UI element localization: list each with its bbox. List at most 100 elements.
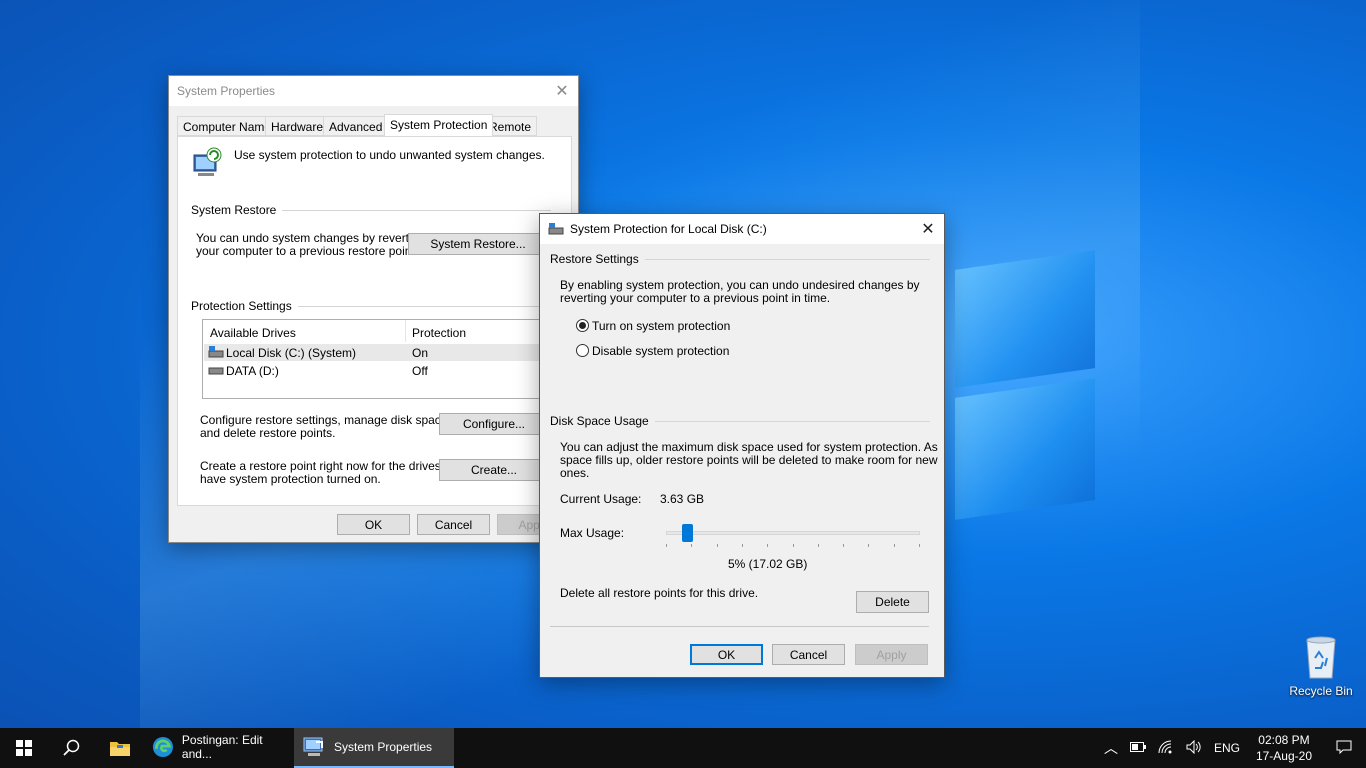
system-restore-desc-2: your computer to a previous restore poin… xyxy=(196,244,419,258)
windows-start-icon xyxy=(16,740,32,756)
radio-label: Turn on system protection xyxy=(592,319,731,333)
slider-tick xyxy=(793,544,794,547)
tab-advanced[interactable]: Advanced xyxy=(323,116,389,136)
max-usage-value: 5% (17.02 GB) xyxy=(728,557,808,571)
tab-system-protection[interactable]: System Protection xyxy=(384,114,494,136)
search-button[interactable] xyxy=(48,728,96,768)
chevron-up-icon[interactable]: ︿ xyxy=(1098,738,1124,758)
drive-protection: Off xyxy=(412,364,428,378)
drives-list[interactable]: Available Drives Protection Local Disk (… xyxy=(202,319,552,399)
slider-tick xyxy=(843,544,844,547)
system-properties-titlebar[interactable]: System Properties ✕ xyxy=(169,76,578,106)
slider-tick xyxy=(919,544,920,547)
battery-icon[interactable] xyxy=(1124,741,1152,755)
system-restore-button[interactable]: System Restore... xyxy=(408,233,548,255)
tab-computer-name[interactable]: Computer Name xyxy=(177,116,278,136)
ok-button[interactable]: OK xyxy=(337,514,410,535)
system-restore-group-label: System Restore xyxy=(191,203,551,217)
slider-thumb[interactable] xyxy=(682,524,693,542)
separator xyxy=(550,626,929,627)
table-row[interactable]: DATA (D:) Off xyxy=(204,362,544,379)
radio-label: Disable system protection xyxy=(592,344,730,358)
taskbar-app-system-properties[interactable]: System Properties xyxy=(294,728,454,768)
disk-desc-3: ones. xyxy=(560,466,590,480)
drive-name: DATA (D:) xyxy=(226,364,279,378)
taskbar-app-edge[interactable]: Postingan: Edit and... xyxy=(144,728,294,768)
column-available-drives[interactable]: Available Drives xyxy=(210,326,296,340)
disk-desc-1: You can adjust the maximum disk space us… xyxy=(560,440,938,454)
radio-button-checked[interactable] xyxy=(576,319,589,332)
max-usage-slider[interactable] xyxy=(666,522,920,550)
tab-panel: Use system protection to undo unwanted s… xyxy=(177,136,572,506)
intro-text: Use system protection to undo unwanted s… xyxy=(234,148,545,162)
slider-tick xyxy=(767,544,768,547)
notification-icon[interactable] xyxy=(1322,740,1366,757)
protection-settings-group-label: Protection Settings xyxy=(191,299,551,313)
system-restore-desc-1: You can undo system changes by reverting xyxy=(196,231,426,245)
tab-hardware[interactable]: Hardware xyxy=(265,116,330,136)
system-protection-dialog: System Protection for Local Disk (C:) ✕ … xyxy=(539,213,945,678)
system-properties-icon xyxy=(303,737,323,756)
cancel-button[interactable]: Cancel xyxy=(772,644,845,665)
column-protection[interactable]: Protection xyxy=(412,326,466,340)
slider-tick xyxy=(742,544,743,547)
restore-settings-group-label: Restore Settings xyxy=(550,252,930,266)
slider-tick xyxy=(717,544,718,547)
clock[interactable]: 02:08 PM 17-Aug-20 xyxy=(1246,732,1322,764)
system-properties-window: System Properties ✕ Computer Name Hardwa… xyxy=(168,75,579,543)
clock-date: 17-Aug-20 xyxy=(1255,749,1312,763)
apply-button[interactable]: Apply xyxy=(855,644,928,665)
recycle-bin-label: Recycle Bin xyxy=(1289,684,1353,698)
slider-ticks xyxy=(666,544,920,548)
create-desc-2: have system protection turned on. xyxy=(200,472,381,486)
system-protection-icon xyxy=(193,147,222,176)
folder-icon xyxy=(110,742,130,756)
slider-track xyxy=(666,531,920,535)
disable-protection-radio[interactable]: Disable system protection xyxy=(576,343,776,359)
close-icon[interactable]: ✕ xyxy=(546,76,578,106)
slider-tick xyxy=(868,544,869,547)
file-explorer-button[interactable] xyxy=(96,728,144,768)
close-icon[interactable]: ✕ xyxy=(912,214,944,244)
volume-icon[interactable] xyxy=(1180,739,1208,757)
drive-protection: On xyxy=(412,346,429,360)
max-usage-label: Max Usage: xyxy=(560,526,625,540)
language-indicator[interactable]: ENG xyxy=(1208,741,1246,755)
cancel-button[interactable]: Cancel xyxy=(417,514,490,535)
slider-tick xyxy=(691,544,692,547)
start-button[interactable] xyxy=(0,728,48,768)
restore-desc-1: By enabling system protection, you can u… xyxy=(560,278,920,292)
delete-desc: Delete all restore points for this drive… xyxy=(560,586,759,600)
protection-dialog-titlebar[interactable]: System Protection for Local Disk (C:) ✕ xyxy=(540,214,944,244)
tab-strip: Computer Name Hardware Advanced System P… xyxy=(177,114,572,138)
taskbar: Postingan: Edit and... System Properties… xyxy=(0,728,1366,768)
configure-button[interactable]: Configure... xyxy=(439,413,549,435)
system-drive-icon xyxy=(208,346,224,358)
current-usage-label: Current Usage: xyxy=(560,492,642,506)
network-icon[interactable] xyxy=(1152,740,1180,757)
drive-name: Local Disk (C:) (System) xyxy=(226,346,357,360)
radio-button[interactable] xyxy=(576,344,589,357)
taskbar-app-label: Postingan: Edit and... xyxy=(181,733,263,761)
disk-desc-2: space fills up, older restore points wil… xyxy=(560,453,938,467)
taskbar-app-label: System Properties xyxy=(334,740,433,754)
slider-tick xyxy=(666,544,667,547)
drive-icon xyxy=(208,367,224,375)
drive-icon xyxy=(548,223,564,235)
window-title: System Properties xyxy=(177,84,276,98)
configure-desc-2: and delete restore points. xyxy=(200,426,336,440)
create-desc-1: Create a restore point right now for the… xyxy=(200,459,465,473)
current-usage-value: 3.63 GB xyxy=(660,492,705,506)
disk-space-group-label: Disk Space Usage xyxy=(550,414,930,428)
table-row[interactable]: Local Disk (C:) (System) On xyxy=(204,344,544,361)
restore-desc-2: reverting your computer to a previous po… xyxy=(560,291,831,305)
recycle-bin[interactable]: Recycle Bin xyxy=(1286,634,1356,704)
turn-on-protection-radio[interactable]: Turn on system protection xyxy=(576,318,776,334)
delete-button[interactable]: Delete xyxy=(856,591,929,613)
recycle-bin-icon xyxy=(1306,636,1336,679)
configure-desc-1: Configure restore settings, manage disk … xyxy=(200,413,451,427)
slider-tick xyxy=(894,544,895,547)
clock-time: 02:08 PM xyxy=(1258,733,1310,747)
ok-button[interactable]: OK xyxy=(690,644,763,665)
create-button[interactable]: Create... xyxy=(439,459,549,481)
